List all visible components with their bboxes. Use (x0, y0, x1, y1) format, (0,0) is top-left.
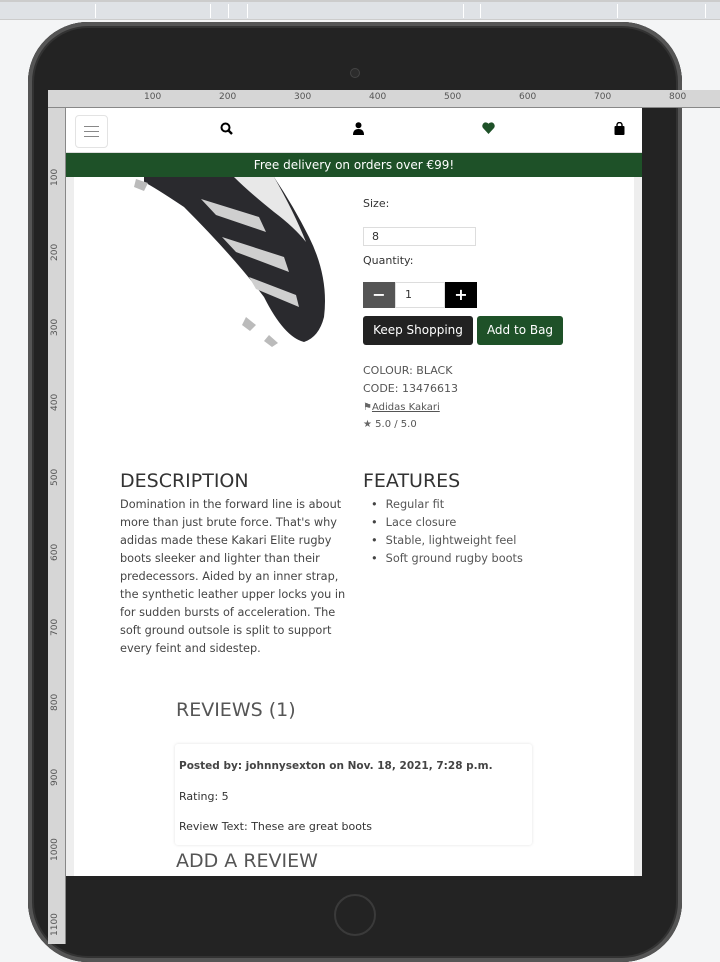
increment-button[interactable]: + (445, 282, 477, 308)
menu-toggle-button[interactable] (75, 115, 108, 148)
size-select[interactable]: 8 (363, 227, 476, 246)
delivery-banner: Free delivery on orders over €99! (66, 153, 642, 177)
ruler-label: 900 (50, 768, 60, 786)
review-rating: Rating: 5 (179, 790, 229, 803)
rating-value: 5.0 / 5.0 (375, 419, 417, 430)
search-icon[interactable] (220, 122, 233, 139)
description-text: Domination in the forward line is about … (120, 498, 346, 655)
ruler-label: 1000 (50, 838, 60, 861)
ruler-label: 1100 (50, 913, 60, 936)
feature-item: Stable, lightweight feel (363, 532, 523, 550)
ruler-label: 800 (50, 693, 60, 711)
page-viewport: Free delivery on orders over €99! Size: … (66, 108, 642, 876)
decrement-button[interactable]: − (363, 282, 395, 308)
review-posted-by: Posted by: johnnysexton on Nov. 18, 2021… (179, 760, 493, 772)
ruler-label: 400 (50, 393, 60, 411)
product-image (134, 177, 325, 347)
category-label[interactable]: Adidas Kakari (372, 402, 440, 413)
ruler-label: 300 (294, 92, 312, 102)
quantity-label: Quantity: (363, 254, 414, 267)
ruler-label: 200 (50, 243, 60, 261)
ruler-label: 700 (50, 618, 60, 636)
star-icon: ★ (363, 419, 372, 430)
camera-icon (350, 68, 360, 78)
product-detail: Size: 8 Quantity: − 1 + Keep Shopping Ad… (66, 177, 642, 876)
size-label: Size: (363, 197, 390, 210)
horizontal-ruler: 100 200 300 400 500 600 700 800 (48, 90, 720, 108)
browser-toolbar (0, 0, 720, 20)
add-review-heading: ADD A REVIEW (176, 850, 318, 872)
reviews-heading: REVIEWS (1) (176, 699, 296, 721)
shopping-bag-icon[interactable] (614, 121, 625, 139)
review-text: Review Text: These are great boots (179, 820, 372, 833)
ruler-label: 600 (519, 92, 537, 102)
ruler-label: 400 (369, 92, 387, 102)
vertical-ruler: 100 200 300 400 500 600 700 800 900 1000… (48, 108, 66, 944)
features-list: Regular fit Lace closure Stable, lightwe… (363, 496, 523, 568)
features-heading: FEATURES (363, 470, 461, 492)
ruler-label: 100 (144, 92, 162, 102)
ruler-label: 500 (444, 92, 462, 102)
description-heading: DESCRIPTION (120, 470, 249, 492)
ruler-label: 500 (50, 468, 60, 486)
review-card: Posted by: johnnysexton on Nov. 18, 2021… (175, 744, 532, 845)
feature-item: Regular fit (363, 496, 523, 514)
home-button[interactable] (334, 894, 376, 936)
feature-item: Soft ground rugby boots (363, 550, 523, 568)
ruler-label: 600 (50, 543, 60, 561)
ruler-label: 200 (219, 92, 237, 102)
product-rating: ★ 5.0 / 5.0 (363, 419, 417, 430)
quantity-stepper: − 1 + (363, 282, 477, 308)
heart-icon[interactable] (482, 122, 495, 138)
product-code: CODE: 13476613 (363, 382, 458, 395)
category-link[interactable]: ⚑Adidas Kakari (363, 402, 440, 413)
ruler-label: 700 (594, 92, 612, 102)
tag-icon: ⚑ (363, 402, 372, 413)
keep-shopping-button[interactable]: Keep Shopping (363, 316, 473, 345)
add-to-bag-button[interactable]: Add to Bag (477, 316, 563, 345)
ruler-label: 300 (50, 318, 60, 336)
ruler-label: 800 (669, 92, 687, 102)
quantity-input[interactable]: 1 (395, 282, 445, 308)
feature-item: Lace closure (363, 514, 523, 532)
ruler-label: 100 (50, 168, 60, 186)
user-icon[interactable] (353, 122, 364, 139)
product-colour: COLOUR: BLACK (363, 364, 453, 377)
navbar (66, 108, 642, 153)
